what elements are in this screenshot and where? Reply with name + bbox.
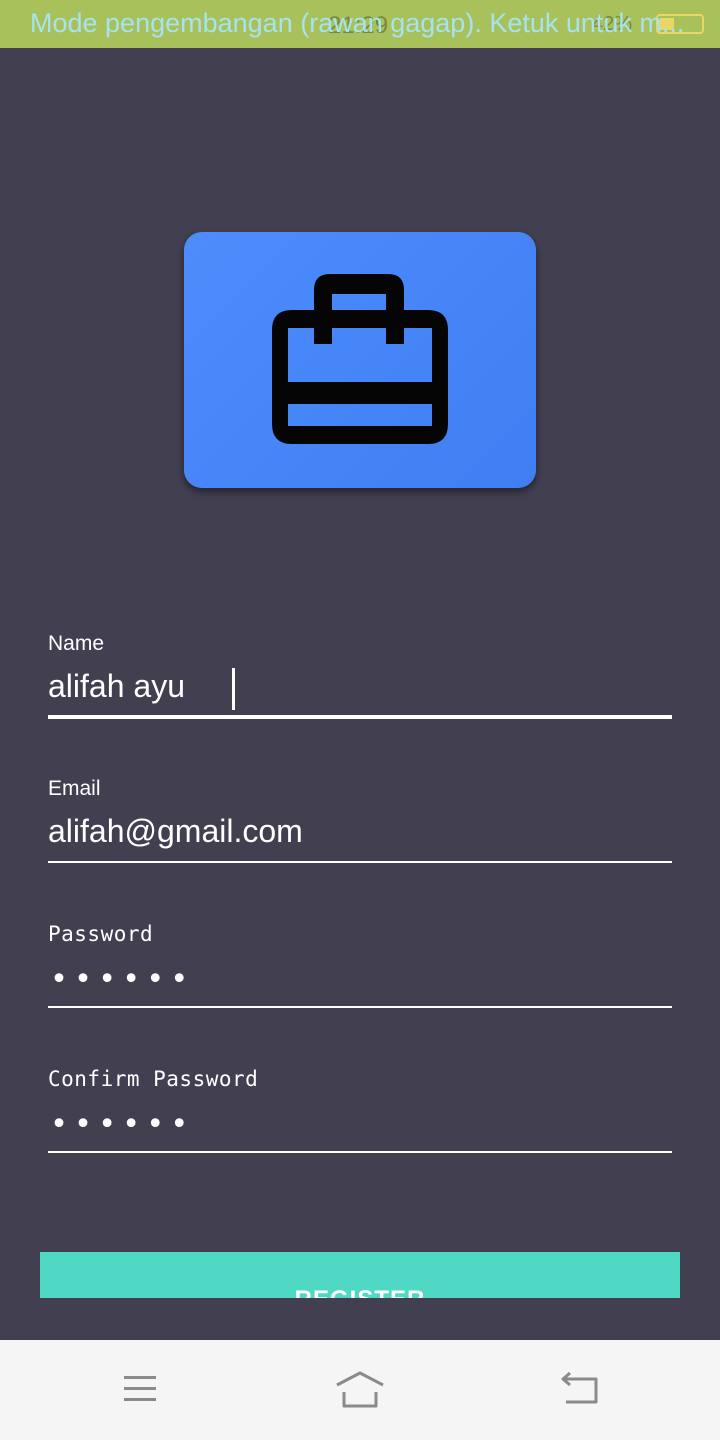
- email-field: Email alifah@gmail.com: [48, 777, 672, 867]
- home-icon: [336, 1371, 384, 1408]
- confirm-password-underline: [48, 1151, 672, 1153]
- register-screen: 21:29 42% Mode pengembangan (rawan gagap…: [0, 0, 720, 1440]
- text-caret: [232, 668, 235, 710]
- register-button-label: REGISTER: [40, 1286, 680, 1298]
- confirm-password-label: Confirm Password: [48, 1067, 259, 1091]
- name-label: Name: [48, 632, 105, 655]
- home-button[interactable]: [330, 1370, 390, 1410]
- confirm-password-input[interactable]: ••••••: [50, 1107, 194, 1142]
- password-underline: [48, 1006, 672, 1008]
- name-input[interactable]: alifah ayu: [48, 668, 672, 712]
- app-logo: [184, 232, 536, 488]
- navigation-bar: [0, 1340, 720, 1440]
- email-label: Email: [48, 777, 101, 800]
- name-underline: [48, 715, 672, 719]
- email-input[interactable]: alifah@gmail.com: [48, 813, 672, 857]
- register-button[interactable]: REGISTER: [40, 1252, 680, 1298]
- back-button[interactable]: [550, 1370, 610, 1410]
- password-label: Password: [48, 922, 154, 946]
- password-field: Password ••••••: [48, 922, 672, 1012]
- email-underline: [48, 861, 672, 863]
- dev-mode-notice[interactable]: Mode pengembangan (rawan gagap). Ketuk u…: [30, 8, 684, 39]
- menu-icon: [124, 1376, 156, 1401]
- name-field: Name alifah ayu: [48, 632, 672, 722]
- back-icon: [561, 1371, 598, 1404]
- menu-button[interactable]: [110, 1370, 170, 1410]
- confirm-password-field: Confirm Password ••••••: [48, 1067, 672, 1157]
- password-input[interactable]: ••••••: [50, 962, 194, 997]
- status-bar: 21:29 42% Mode pengembangan (rawan gagap…: [0, 0, 720, 48]
- briefcase-icon: [272, 274, 448, 444]
